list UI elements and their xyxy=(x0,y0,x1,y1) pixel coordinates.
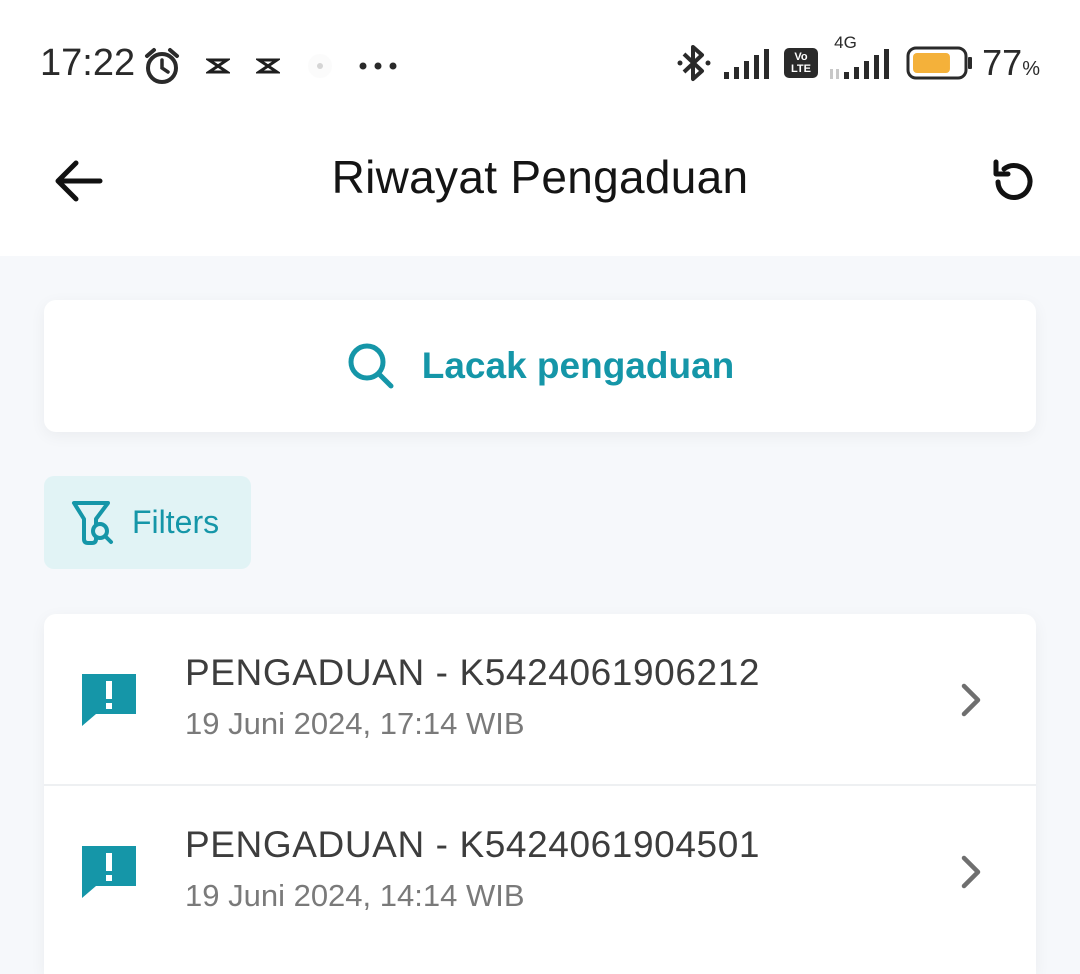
refresh-icon xyxy=(993,159,1033,200)
volte-icon: Vo LTE xyxy=(784,48,819,78)
page-title: Riwayat Pengaduan xyxy=(331,151,749,203)
alarm-icon xyxy=(140,44,184,88)
filter-search-icon xyxy=(72,500,113,545)
filters-button[interactable]: Filters xyxy=(44,476,251,569)
complaint-title: PENGADUAN - K5424061906212 xyxy=(185,652,761,693)
track-complaint-button[interactable]: Lacak pengaduan xyxy=(44,300,1036,432)
complaint-date: 19 Juni 2024, 17:14 WIB xyxy=(185,706,525,741)
notification-icon xyxy=(306,52,334,80)
top-bar: 17:22 Vo LTE 4G 77% Riwayat Pengaduan xyxy=(0,0,1080,256)
status-left-icons xyxy=(140,44,398,88)
complaint-item[interactable]: PENGADUAN - K5424061904501 19 Juni 2024,… xyxy=(44,786,1036,956)
complaint-list: PENGADUAN - K5424061906212 19 Juni 2024,… xyxy=(44,614,1036,974)
track-complaint-label: Lacak pengaduan xyxy=(421,345,735,386)
battery-percent: 77% xyxy=(982,42,1040,83)
chevron-right-icon xyxy=(961,855,981,889)
complaint-alert-icon xyxy=(82,674,136,726)
status-right-icons: Vo LTE 4G 77% xyxy=(676,33,1040,84)
complaint-alert-icon xyxy=(82,846,136,898)
network-type-label: 4G xyxy=(834,33,857,52)
complaint-item[interactable]: PENGADUAN - K5424061906212 19 Juni 2024,… xyxy=(44,614,1036,786)
signal-icon xyxy=(724,47,772,79)
app-bar: Riwayat Pengaduan xyxy=(0,130,1080,230)
search-icon xyxy=(348,343,394,389)
battery-icon xyxy=(906,46,974,80)
capcut-icon xyxy=(206,54,230,78)
bluetooth-icon xyxy=(676,43,712,83)
network-signal: 4G xyxy=(828,33,892,79)
refresh-button[interactable] xyxy=(986,154,1042,210)
capcut-icon xyxy=(256,54,280,78)
status-time: 17:22 xyxy=(40,42,136,84)
filters-label: Filters xyxy=(132,504,220,540)
complaint-date: 19 Juni 2024, 14:14 WIB xyxy=(185,878,525,913)
complaint-title: PENGADUAN - K5424061904501 xyxy=(185,824,761,865)
more-icon xyxy=(358,60,398,72)
chevron-right-icon xyxy=(961,683,981,717)
status-bar: 17:22 Vo LTE 4G 77% xyxy=(0,28,1080,104)
